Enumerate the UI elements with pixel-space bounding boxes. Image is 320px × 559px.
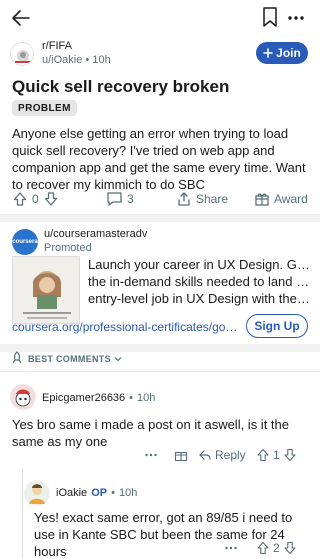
- comment-icon: [106, 191, 123, 207]
- share-label: Share: [196, 192, 229, 206]
- ad-thumbnail[interactable]: [12, 256, 80, 324]
- plus-icon: [263, 48, 273, 58]
- reply-button[interactable]: Reply: [198, 448, 246, 462]
- meta-separator: •: [111, 487, 115, 499]
- post-meta: u/iOakie • 10h: [42, 54, 111, 66]
- post-time: 10h: [92, 54, 111, 66]
- award-icon: [254, 191, 270, 207]
- award-button[interactable]: Award: [254, 191, 308, 207]
- more-horizontal-icon[interactable]: [224, 541, 238, 555]
- comment-author[interactable]: Epicgamer26636: [42, 392, 125, 404]
- downvote-icon[interactable]: [283, 448, 297, 462]
- ad-link[interactable]: coursera.org/professional-certificates/g…: [12, 320, 242, 334]
- avatar[interactable]: [10, 384, 36, 410]
- subreddit-avatar[interactable]: [10, 42, 34, 66]
- comment-reply: iOakie OP • 10h Yes! exact same error, g…: [0, 478, 320, 559]
- subreddit-name[interactable]: r/FIFA: [42, 40, 72, 52]
- arrow-left-icon[interactable]: [9, 6, 33, 30]
- downvote-icon[interactable]: [283, 541, 297, 555]
- comment-meta: iOakie OP • 10h: [56, 487, 137, 499]
- post-actions: 0 3 Share Award: [0, 188, 320, 212]
- comment-author[interactable]: iOakie: [56, 487, 87, 499]
- share-button[interactable]: Share: [176, 191, 228, 207]
- award-icon[interactable]: [174, 448, 188, 462]
- upvote-icon[interactable]: [256, 541, 270, 555]
- promoted-label: Promoted: [44, 242, 92, 254]
- ad-text-line: entry-level job in UX Design with the Go…: [88, 291, 310, 306]
- post-flair[interactable]: PROBLEM: [12, 100, 77, 116]
- join-label: Join: [276, 46, 301, 60]
- vote-control: 2: [256, 541, 297, 555]
- post-header: r/FIFA u/iOakie • 10h Join: [0, 40, 320, 68]
- avatar[interactable]: [24, 480, 50, 506]
- vote-control: 0: [12, 191, 59, 207]
- upvote-icon[interactable]: [256, 448, 270, 462]
- upvote-icon[interactable]: [12, 191, 28, 207]
- comment: Epicgamer26636 • 10h Yes bro same i made…: [0, 380, 320, 470]
- bookmark-icon[interactable]: [262, 6, 278, 28]
- divider-line: [0, 371, 320, 372]
- op-badge: OP: [91, 487, 108, 499]
- sort-label-group: BEST COMMENTS: [28, 354, 122, 364]
- post-author[interactable]: u/iOakie: [42, 54, 82, 66]
- rocket-icon: [10, 351, 24, 365]
- chevron-down-icon: [114, 355, 122, 363]
- downvote-icon[interactable]: [43, 191, 59, 207]
- ad-text-line: the in-demand skills needed to land an: [88, 274, 310, 289]
- promoted-post[interactable]: coursera u/courseramasteradv Promoted La…: [0, 220, 320, 344]
- vote-count: 2: [273, 541, 280, 555]
- reply-icon: [198, 448, 212, 462]
- ad-text: Launch your career in UX Design. Gain th…: [88, 256, 310, 307]
- top-bar: [0, 0, 320, 36]
- comments-button[interactable]: 3: [106, 191, 134, 207]
- join-button[interactable]: Join: [256, 42, 308, 64]
- comment-body: Yes bro same i made a post on it aswell,…: [12, 417, 289, 449]
- comment-sort[interactable]: BEST COMMENTS: [0, 348, 320, 370]
- comment-meta: Epicgamer26636 • 10h: [42, 392, 155, 404]
- comment-time: 10h: [137, 392, 156, 404]
- reply-label: Reply: [215, 448, 246, 462]
- sign-up-button[interactable]: Sign Up: [246, 314, 308, 338]
- more-horizontal-icon[interactable]: [286, 8, 306, 28]
- comment-actions: 2: [0, 541, 320, 559]
- post-title: Quick sell recovery broken: [12, 77, 230, 96]
- comment-time: 10h: [118, 487, 138, 499]
- post-body: Anyone else getting an error when trying…: [12, 126, 306, 192]
- vote-control: 1: [256, 448, 297, 462]
- comment-count: 3: [127, 192, 134, 206]
- meta-separator: •: [129, 392, 134, 404]
- comment-actions: Reply 1: [0, 448, 320, 466]
- sort-label: BEST COMMENTS: [28, 354, 111, 364]
- advertiser-name[interactable]: u/courseramasteradv: [44, 228, 147, 240]
- share-icon: [176, 191, 192, 207]
- ad-text-line: Launch your career in UX Design. Gain: [88, 257, 310, 272]
- more-horizontal-icon[interactable]: [144, 448, 158, 462]
- vote-count: 1: [273, 448, 280, 462]
- advertiser-logo[interactable]: coursera: [12, 229, 38, 255]
- vote-count: 0: [32, 192, 39, 206]
- award-label: Award: [274, 192, 308, 206]
